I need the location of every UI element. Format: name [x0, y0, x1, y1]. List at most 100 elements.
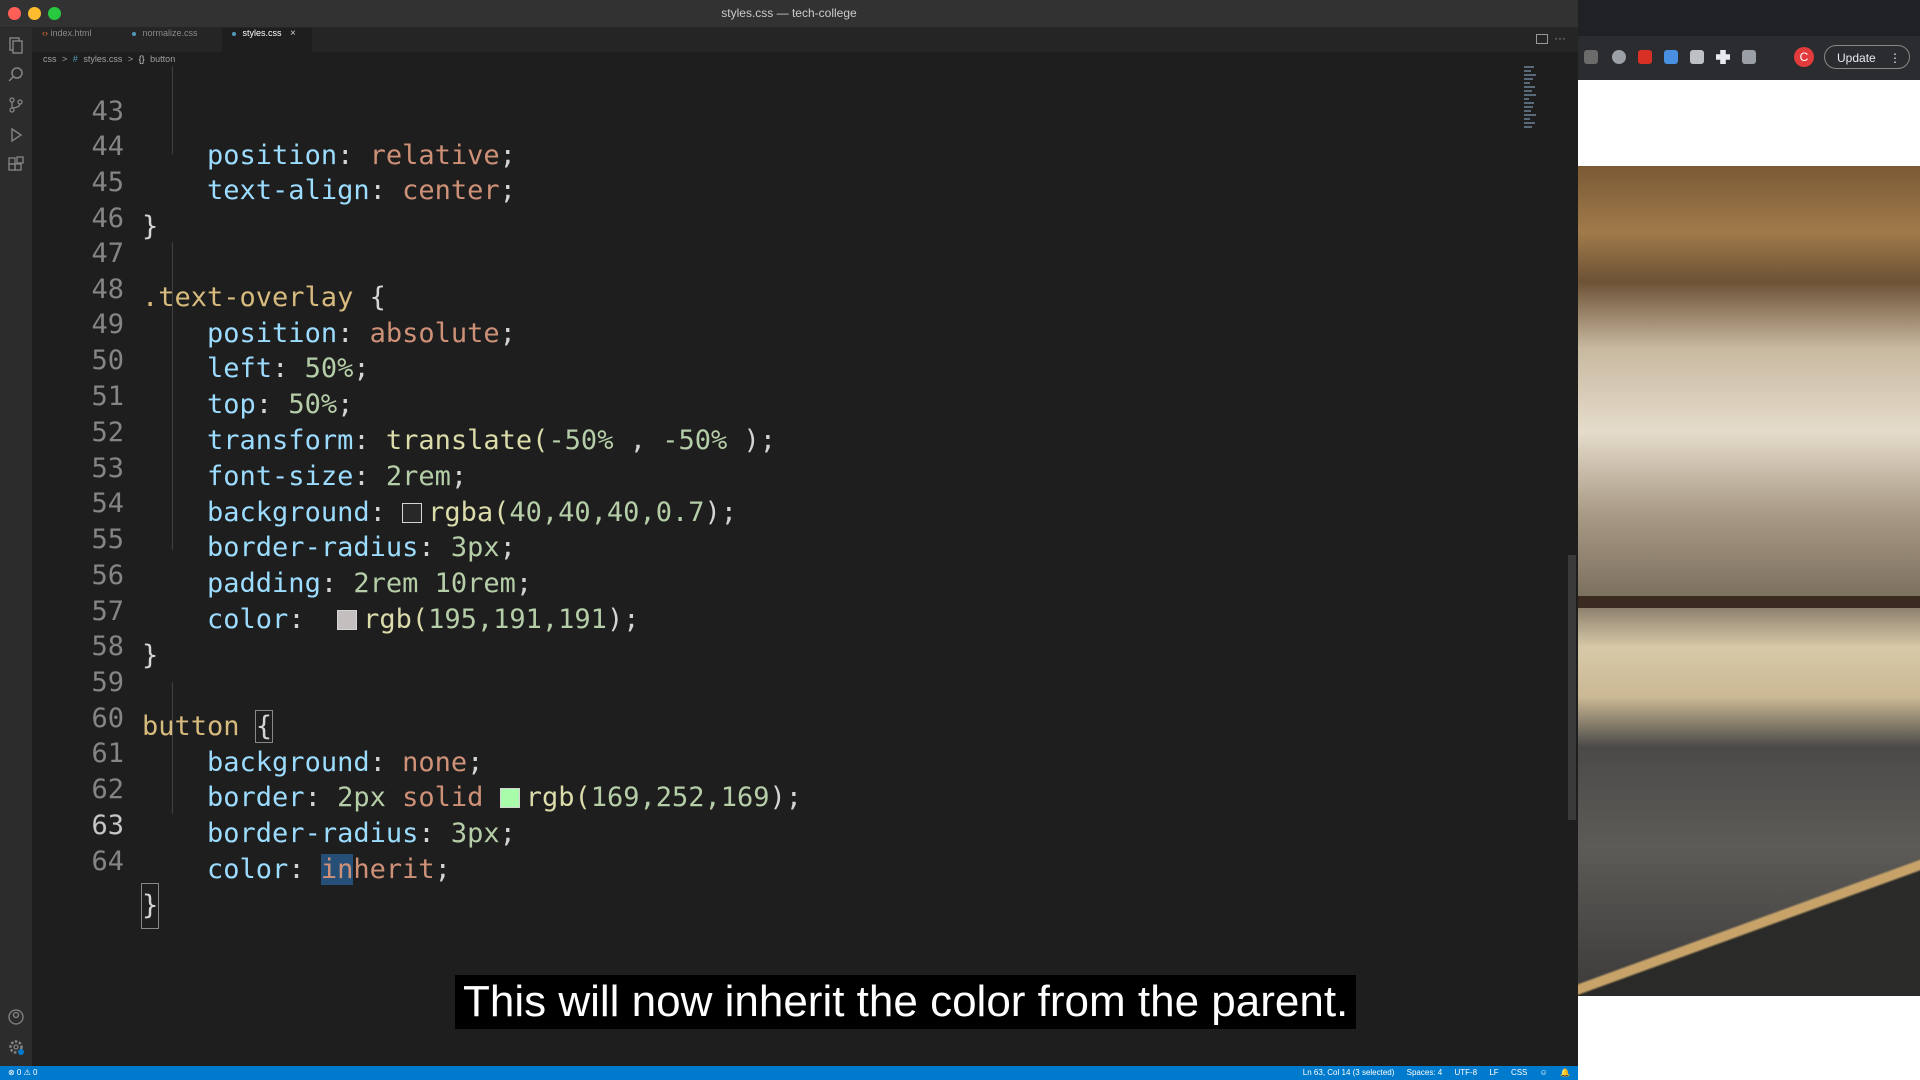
punctuation: );: [704, 497, 737, 528]
opening-brace: {: [369, 282, 386, 313]
css-property: color: [207, 604, 289, 635]
indentation[interactable]: Spaces: 4: [1407, 1068, 1443, 1077]
account-icon[interactable]: [7, 1008, 25, 1026]
css-function: rgba(: [428, 497, 510, 528]
status-right-group: Ln 63, Col 14 (3 selected) Spaces: 4 UTF…: [1293, 1066, 1570, 1080]
tab-styles-css[interactable]: styles.css ×: [222, 28, 312, 52]
selected-text[interactable]: in: [320, 854, 354, 885]
editor-tab-bar: ‹› index.html normalize.css styles.css ×…: [32, 28, 1578, 52]
css-value: herit: [353, 854, 435, 885]
css-property: font-size: [207, 461, 354, 492]
css-value: 2rem 10rem: [353, 568, 516, 599]
end-of-line[interactable]: LF: [1489, 1068, 1498, 1077]
run-debug-icon[interactable]: [7, 126, 25, 144]
css-selector: .text-overlay: [142, 282, 354, 313]
language-mode[interactable]: CSS: [1511, 1068, 1527, 1077]
css-value: 50%: [288, 389, 338, 420]
notifications-icon[interactable]: 🔔: [1560, 1068, 1570, 1077]
css-property: top: [207, 389, 256, 420]
settings-gear-icon[interactable]: [7, 1038, 25, 1056]
browser-tab-strip: [1578, 0, 1920, 36]
activity-bar: [0, 28, 32, 1068]
tab-normalize-css[interactable]: normalize.css: [122, 28, 222, 52]
feedback-icon[interactable]: ☺: [1540, 1068, 1548, 1077]
profile-avatar[interactable]: C: [1794, 47, 1814, 67]
punctuation: );: [769, 782, 803, 813]
opening-brace: {: [254, 710, 274, 743]
problems-indicator[interactable]: ⊗ 0 ⚠ 0: [8, 1066, 37, 1080]
symbol-icon: {}: [138, 54, 145, 64]
update-button[interactable]: Update ⋮: [1824, 45, 1910, 69]
punctuation: );: [727, 425, 777, 456]
css-icon: [232, 31, 236, 36]
css-value: 2rem: [385, 461, 451, 492]
css-value: 195,191,191: [428, 604, 607, 635]
photo-stair-rail: [1578, 856, 1920, 996]
update-label: Update: [1837, 51, 1876, 65]
code-area[interactable]: 43 position: relative; 44 text-align: ce…: [32, 66, 1532, 1066]
css-property: background: [207, 747, 370, 778]
reading-list-icon[interactable]: [1742, 50, 1756, 64]
color-swatch[interactable]: [337, 610, 358, 630]
explorer-icon[interactable]: [7, 36, 25, 54]
browser-toolbar: C Update ⋮: [1578, 36, 1920, 80]
photo-railing: [1578, 596, 1920, 608]
extension-icon[interactable]: [1612, 50, 1626, 64]
extension-icon[interactable]: [1664, 50, 1678, 64]
css-property: position: [207, 318, 338, 349]
color-swatch[interactable]: [499, 788, 520, 808]
css-selector: button: [142, 711, 240, 742]
closing-brace: }: [140, 883, 160, 929]
css-property: text-align: [207, 175, 370, 206]
tab-label: index.html: [50, 28, 92, 38]
css-property: position: [207, 140, 338, 171]
color-swatch[interactable]: [402, 503, 423, 523]
more-actions-icon[interactable]: ···: [1554, 31, 1566, 45]
breadcrumb-symbol[interactable]: button: [150, 54, 175, 64]
html-icon: ‹›: [42, 28, 48, 38]
css-value: none: [402, 747, 468, 778]
css-function: rgb(: [525, 782, 591, 813]
page-hero-photo: [1578, 166, 1920, 996]
extension-icon[interactable]: [1690, 50, 1704, 64]
puzzle-extensions-icon[interactable]: [1716, 50, 1730, 64]
line-text: color: inherit;: [207, 854, 451, 885]
split-editor-icon[interactable]: [1536, 34, 1548, 44]
video-caption: This will now inherit the color from the…: [455, 975, 1357, 1029]
search-icon[interactable]: [7, 66, 25, 84]
tab-label: styles.css: [242, 28, 282, 38]
line-number: 64: [91, 846, 124, 877]
window-title: styles.css — tech-college: [721, 6, 857, 20]
extensions-icon[interactable]: [7, 156, 25, 174]
scrollbar-thumb[interactable]: [1568, 555, 1576, 820]
line-text: color: rgb(195,191,191);: [207, 604, 640, 635]
tab-close-icon[interactable]: ×: [290, 28, 296, 39]
status-bar: ⊗ 0 ⚠ 0 Ln 63, Col 14 (3 selected) Space…: [0, 1066, 1578, 1080]
browser-menu-icon[interactable]: ⋮: [1889, 46, 1901, 70]
code-line: 64 }: [32, 796, 160, 929]
extension-icon[interactable]: [1584, 50, 1598, 64]
encoding[interactable]: UTF-8: [1454, 1068, 1477, 1077]
css-property: border-radius: [207, 532, 419, 563]
title-bar: styles.css — tech-college: [0, 0, 1578, 28]
css-function: translate(: [385, 425, 549, 456]
css-property: transform: [207, 425, 354, 456]
css-value: 2px: [337, 782, 386, 813]
css-value: 3px: [450, 818, 500, 849]
css-function: rgb(: [363, 604, 429, 635]
closing-brace: }: [142, 640, 159, 671]
minimap[interactable]: [1524, 66, 1538, 130]
closing-brace: }: [142, 211, 159, 242]
css-value: center: [402, 175, 500, 206]
css-value: 169,252,169: [590, 782, 770, 813]
css-property: border: [207, 782, 305, 813]
punctuation: ,: [613, 425, 663, 456]
css-value: absolute: [369, 318, 500, 349]
code-editor-window: styles.css — tech-college ‹› index.html: [0, 0, 1578, 1080]
cursor-position[interactable]: Ln 63, Col 14 (3 selected): [1303, 1068, 1395, 1077]
extension-icon[interactable]: [1638, 50, 1652, 64]
css-property: color: [207, 854, 289, 885]
css-property: left: [207, 353, 273, 384]
source-control-icon[interactable]: [7, 96, 25, 114]
css-value: solid: [402, 782, 484, 813]
